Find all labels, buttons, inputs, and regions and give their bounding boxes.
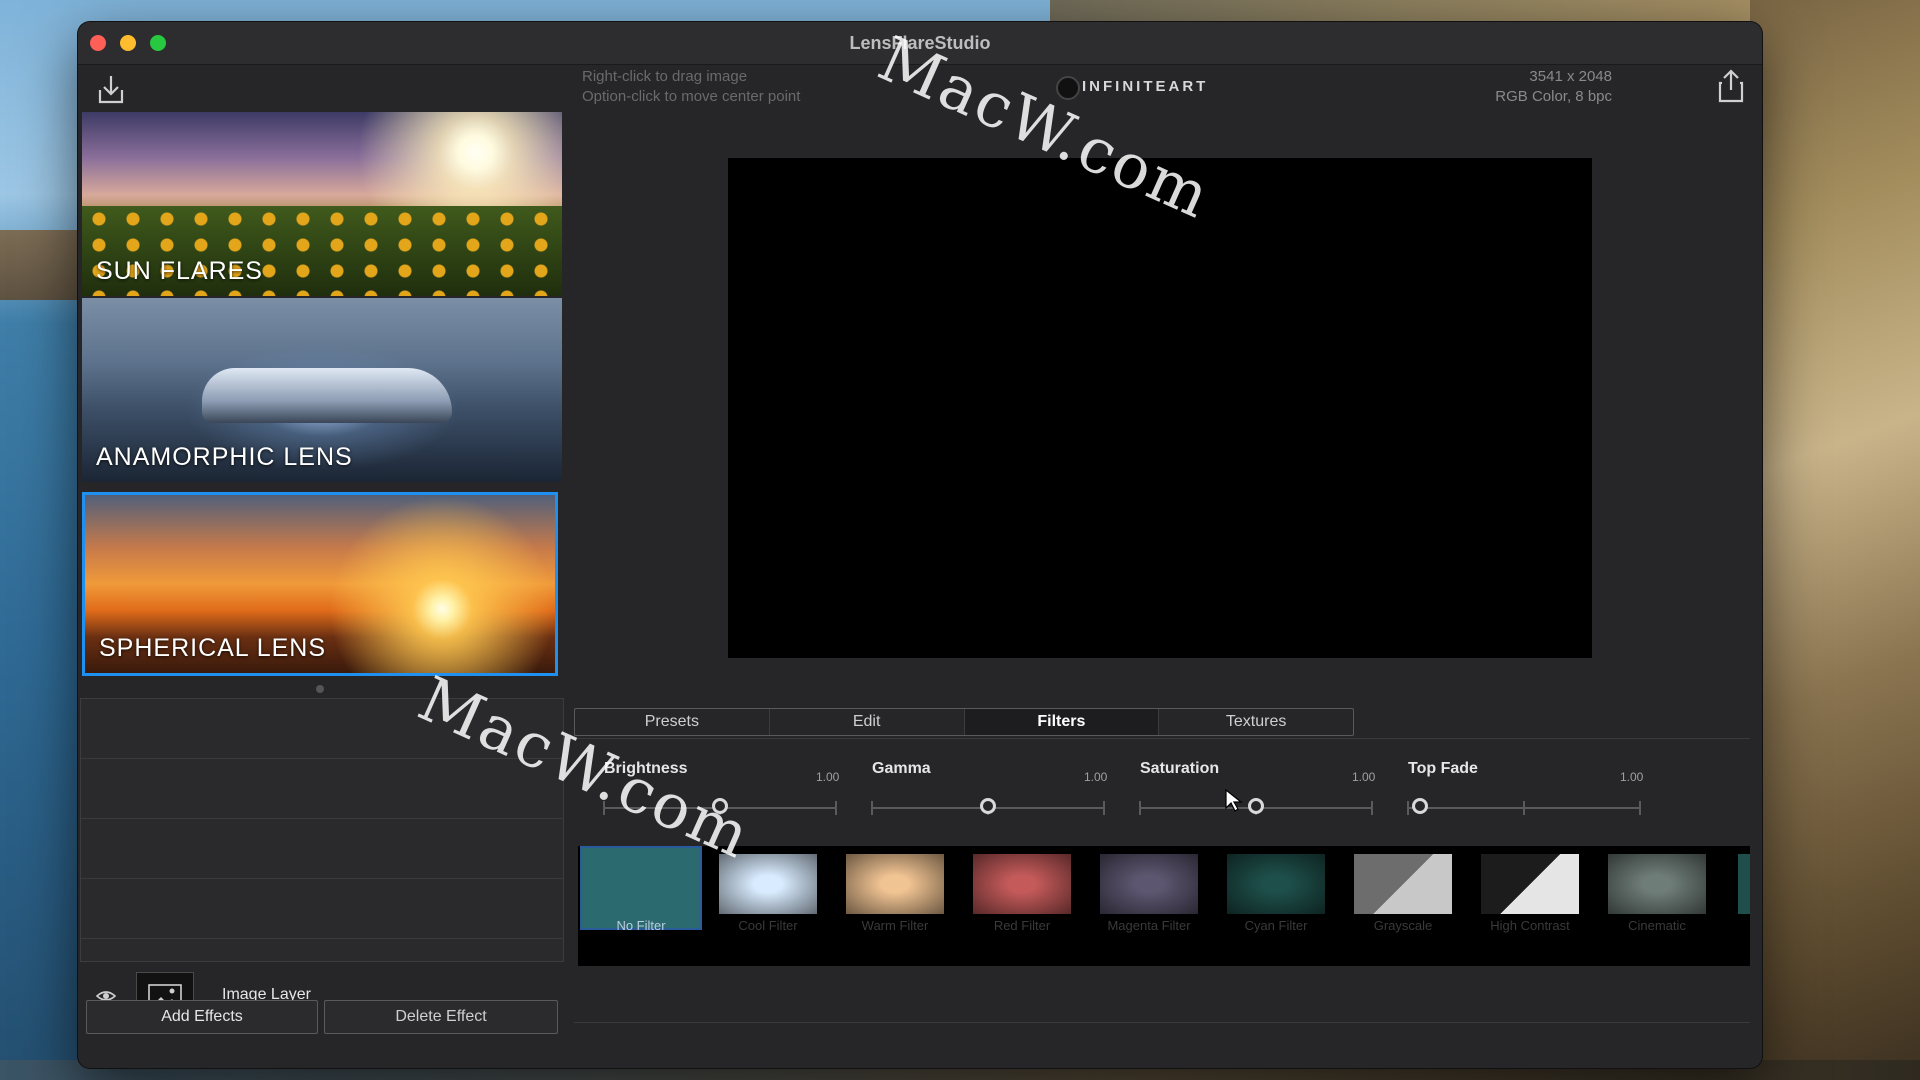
slider-value: 1.00 xyxy=(1352,770,1376,784)
slider-label: Top Fade xyxy=(1408,760,1478,777)
export-button[interactable] xyxy=(1716,68,1746,104)
brand-name: INFINITEART xyxy=(1082,78,1209,95)
tab-filters[interactable]: Filters xyxy=(964,709,1160,735)
hint-center: Option-click to move center point xyxy=(582,88,801,105)
share-icon xyxy=(1718,69,1744,103)
preview-canvas[interactable] xyxy=(728,158,1592,658)
filter-tile[interactable] xyxy=(1354,854,1452,914)
delete-effect-button[interactable]: Delete Effect xyxy=(324,1000,558,1034)
import-button[interactable] xyxy=(96,72,126,106)
preset-label: ANAMORPHIC LENS xyxy=(96,443,353,471)
panel-bottom-divider xyxy=(574,1022,1750,1023)
image-dimensions: 3541 x 2048 xyxy=(1529,68,1612,85)
filter-tile[interactable] xyxy=(973,854,1071,914)
slider-tick xyxy=(1139,801,1141,815)
slider-label: Saturation xyxy=(1140,760,1220,777)
slider-tick xyxy=(1639,801,1641,815)
filter-label: Grayscale xyxy=(1373,918,1433,933)
slider-label: Gamma xyxy=(872,760,931,777)
layer-row-empty xyxy=(81,759,563,819)
filter-tile[interactable] xyxy=(1608,854,1706,914)
preset-spherical-lens[interactable]: SPHERICAL LENS xyxy=(82,492,558,676)
filter-strip: No Filter Cool Filter Warm Filter Red Filte… xyxy=(578,846,1750,966)
filter-label: Cool Filter xyxy=(738,918,798,933)
slider-value: 1.00 xyxy=(816,770,840,784)
filter-tile[interactable] xyxy=(1227,854,1325,914)
layer-row-empty xyxy=(81,819,563,879)
tab-textures[interactable]: Textures xyxy=(1159,709,1353,735)
filter-tile[interactable] xyxy=(1481,854,1579,914)
tab-edit[interactable]: Edit xyxy=(770,709,965,735)
slider-value: 1.00 xyxy=(1620,770,1644,784)
filter-label: High Contrast xyxy=(1490,918,1570,933)
preset-sun-flares[interactable]: SUN FLARES xyxy=(82,112,562,296)
filter-label: Cyan Filter xyxy=(1244,918,1308,933)
filter-label: Warm Filter xyxy=(861,918,929,933)
filter-tile[interactable] xyxy=(846,854,944,914)
layer-row-empty xyxy=(81,879,563,939)
slider-tick xyxy=(1371,801,1373,815)
filter-label: No Filter xyxy=(616,918,666,933)
slider-tick xyxy=(1103,801,1105,815)
image-color-mode: RGB Color, 8 bpc xyxy=(1495,88,1612,105)
panel-tabs: Presets Edit Filters Textures xyxy=(574,708,1354,736)
slider-tick xyxy=(871,801,873,815)
filter-label: Cinematic xyxy=(1628,918,1686,933)
filter-label: Red Filter xyxy=(993,918,1051,933)
add-effects-button[interactable]: Add Effects xyxy=(86,1000,318,1034)
filter-tile[interactable] xyxy=(1100,854,1198,914)
tab-divider xyxy=(574,738,1750,739)
download-icon xyxy=(98,76,124,104)
preset-label: SUN FLARES xyxy=(96,257,263,285)
car-image xyxy=(202,368,452,423)
mouse-cursor-icon xyxy=(1225,788,1243,812)
slider-value: 1.00 xyxy=(1084,770,1108,784)
slider-tick xyxy=(1523,801,1525,815)
panel-splitter[interactable] xyxy=(316,685,324,693)
tab-presets[interactable]: Presets xyxy=(575,709,770,735)
slider-knob[interactable] xyxy=(1411,798,1428,814)
slider-knob[interactable] xyxy=(980,798,996,814)
filter-tile-partial[interactable] xyxy=(1738,854,1750,914)
slider-knob[interactable] xyxy=(1248,798,1264,814)
slider-tick xyxy=(1407,801,1409,815)
preset-label: SPHERICAL LENS xyxy=(99,634,327,662)
filter-label: Magenta Filter xyxy=(1107,918,1191,933)
desktop-rock xyxy=(0,230,80,300)
preset-anamorphic-lens[interactable]: ANAMORPHIC LENS xyxy=(82,298,562,482)
app-window: LensFlareStudio SUN FLARES ANAMORPHIC LE… xyxy=(78,22,1762,1068)
hint-drag: Right-click to drag image xyxy=(582,68,748,85)
slider-tick xyxy=(835,801,837,815)
